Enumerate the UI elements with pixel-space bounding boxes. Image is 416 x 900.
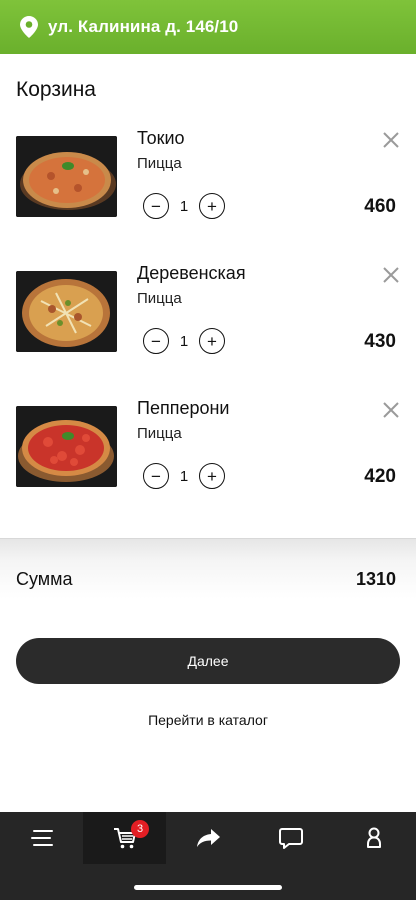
next-button[interactable]: Далее <box>16 638 400 684</box>
address-text: ул. Калинина д. 146/10 <box>48 17 239 36</box>
total-label: Сумма <box>16 569 73 589</box>
profile-icon <box>366 827 381 848</box>
pizza-tokio-image <box>16 136 117 217</box>
pizza-pepperoni-image <box>16 406 117 487</box>
increase-quantity-button[interactable]: + <box>199 328 225 354</box>
item-name: Токио <box>137 128 185 148</box>
quantity-stepper: − 1 + <box>143 463 225 489</box>
quantity-value: 1 <box>179 197 189 215</box>
decrease-quantity-button[interactable]: − <box>143 463 169 489</box>
quantity-stepper: − 1 + <box>143 328 225 354</box>
tab-cart[interactable]: 3 <box>83 812 166 864</box>
item-price: 430 <box>364 331 396 352</box>
remove-item-button[interactable] <box>380 399 402 421</box>
close-icon <box>383 402 399 418</box>
location-pin-icon <box>20 16 38 38</box>
increase-quantity-button[interactable]: + <box>199 463 225 489</box>
menu-icon <box>30 830 53 846</box>
decrease-quantity-button[interactable]: − <box>143 328 169 354</box>
item-name: Пепперони <box>137 398 230 418</box>
cart-item: Пепперони Пицца − 1 + 420 <box>0 398 416 518</box>
close-icon <box>383 132 399 148</box>
quantity-stepper: − 1 + <box>143 193 225 219</box>
address-bar[interactable]: ул. Калинина д. 146/10 <box>0 0 416 54</box>
item-name: Деревенская <box>137 263 246 283</box>
quantity-value: 1 <box>179 467 189 485</box>
cart-item: Токио Пицца − 1 + 460 <box>0 128 416 248</box>
item-price: 420 <box>364 466 396 487</box>
close-icon <box>383 267 399 283</box>
home-indicator <box>134 885 282 890</box>
chat-icon <box>278 828 303 849</box>
tab-share[interactable] <box>166 812 249 864</box>
remove-item-button[interactable] <box>380 129 402 151</box>
cart-item: Деревенская Пицца − 1 + 430 <box>0 263 416 383</box>
quantity-value: 1 <box>179 332 189 350</box>
increase-quantity-button[interactable]: + <box>199 193 225 219</box>
tab-profile[interactable] <box>332 812 415 864</box>
tab-menu[interactable] <box>0 812 83 864</box>
remove-item-button[interactable] <box>380 264 402 286</box>
order-summary: Сумма 1310 <box>0 538 416 620</box>
go-to-catalog-link[interactable]: Перейти в каталог <box>0 712 416 728</box>
cart-count-badge: 3 <box>131 820 149 838</box>
tab-chat[interactable] <box>249 812 332 864</box>
pizza-derevenskaya-image <box>16 271 117 352</box>
item-category: Пицца <box>137 290 182 307</box>
page-title: Корзина <box>16 78 96 101</box>
total-value: 1310 <box>355 569 396 589</box>
item-category: Пицца <box>137 155 182 172</box>
item-category: Пицца <box>137 425 182 442</box>
item-price: 460 <box>364 196 396 217</box>
decrease-quantity-button[interactable]: − <box>143 193 169 219</box>
share-icon <box>196 829 220 847</box>
